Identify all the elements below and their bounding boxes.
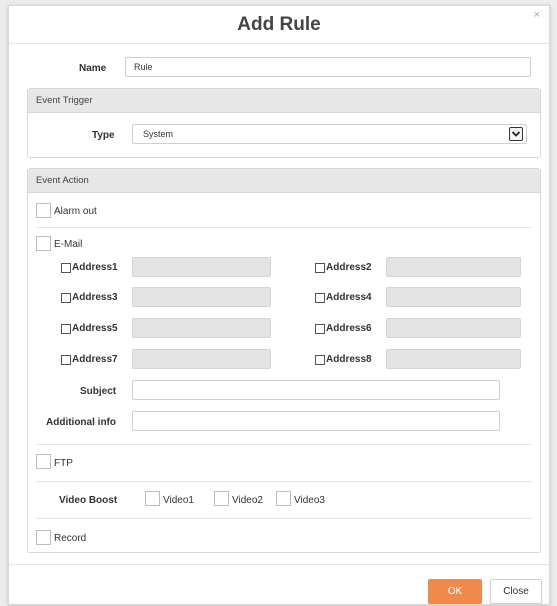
video2-checkbox[interactable] (214, 491, 229, 506)
close-icon[interactable]: × (534, 9, 540, 21)
address7-input[interactable] (132, 349, 271, 369)
record-checkbox[interactable] (36, 530, 51, 545)
address2-label: Address2 (326, 262, 372, 273)
address5-input[interactable] (132, 318, 271, 338)
address6-label: Address6 (326, 323, 372, 334)
address3-input[interactable] (132, 287, 271, 307)
email-checkbox[interactable] (36, 236, 51, 251)
address4-checkbox[interactable] (315, 293, 325, 303)
video-boost-label: Video Boost (59, 495, 118, 506)
type-select-value: System (143, 129, 174, 139)
address6-input[interactable] (386, 318, 521, 338)
record-label: Record (54, 533, 87, 544)
alarm-out-label: Alarm out (54, 206, 97, 217)
type-label: Type (92, 130, 115, 141)
address1-checkbox[interactable] (61, 263, 71, 273)
address4-input[interactable] (386, 287, 521, 307)
address7-checkbox[interactable] (61, 355, 71, 365)
name-input[interactable]: Rule (125, 57, 531, 77)
event-trigger-header: Event Trigger (28, 89, 540, 113)
video1-checkbox[interactable] (145, 491, 160, 506)
video1-label: Video1 (163, 495, 194, 506)
address5-label: Address5 (72, 323, 118, 334)
address2-checkbox[interactable] (315, 263, 325, 273)
type-select[interactable]: System (132, 124, 527, 144)
address7-label: Address7 (72, 354, 118, 365)
add-rule-dialog: Add Rule × Name Rule Event Trigger Type … (8, 5, 550, 605)
event-action-header: Event Action (28, 169, 540, 193)
address3-checkbox[interactable] (61, 293, 71, 303)
additional-info-input[interactable] (132, 411, 500, 431)
event-trigger-panel: Event Trigger Type System (27, 88, 541, 158)
address2-input[interactable] (386, 257, 521, 277)
chevron-down-icon[interactable] (509, 127, 523, 141)
divider (36, 481, 532, 482)
address1-input[interactable] (132, 257, 271, 277)
footer-divider (9, 564, 549, 565)
alarm-out-checkbox[interactable] (36, 203, 51, 218)
ftp-checkbox[interactable] (36, 454, 51, 469)
ok-button[interactable]: OK (428, 579, 482, 604)
address1-label: Address1 (72, 262, 118, 273)
video3-checkbox[interactable] (276, 491, 291, 506)
address6-checkbox[interactable] (315, 324, 325, 334)
subject-input[interactable] (132, 380, 500, 400)
close-button[interactable]: Close (490, 579, 542, 604)
address5-checkbox[interactable] (61, 324, 71, 334)
additional-info-label: Additional info (46, 417, 116, 428)
video2-label: Video2 (232, 495, 263, 506)
address8-label: Address8 (326, 354, 372, 365)
address3-label: Address3 (72, 292, 118, 303)
ftp-label: FTP (54, 458, 73, 469)
name-label: Name (79, 63, 107, 74)
divider (36, 518, 532, 519)
video3-label: Video3 (294, 495, 325, 506)
address4-label: Address4 (326, 292, 372, 303)
address8-checkbox[interactable] (315, 355, 325, 365)
dialog-title: Add Rule (9, 6, 549, 44)
address8-input[interactable] (386, 349, 521, 369)
divider (36, 227, 532, 228)
email-label: E-Mail (54, 239, 83, 250)
divider (36, 444, 532, 445)
subject-label: Subject (80, 386, 117, 397)
event-action-panel: Event Action Alarm out E-Mail Address1 A… (27, 168, 541, 553)
